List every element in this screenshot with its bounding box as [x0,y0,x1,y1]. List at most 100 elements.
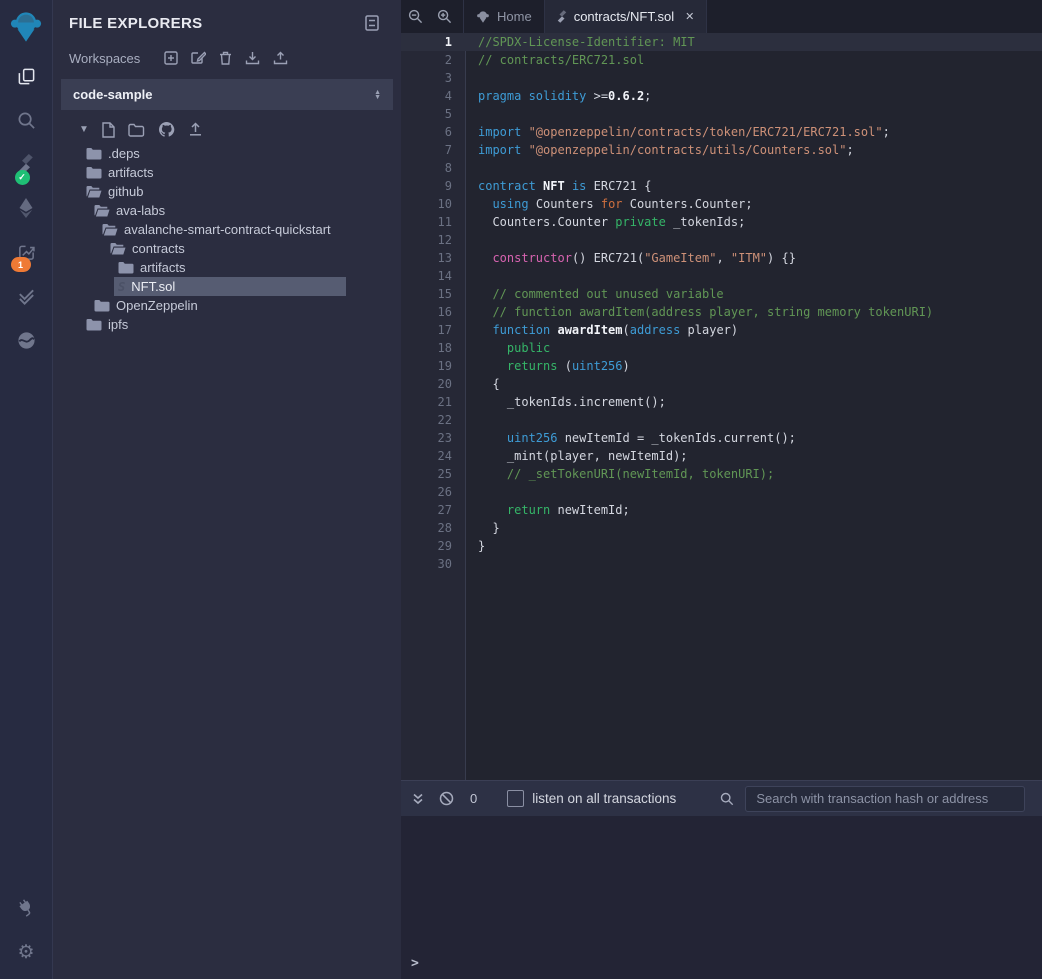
file-explorer-panel: FILE EXPLORERS Workspaces [53,0,401,979]
code-line: 22 [401,411,1042,429]
tree-item-nft.sol[interactable]: S NFT.sol [53,277,346,296]
tab-home[interactable]: Home [463,0,545,33]
file-explorer-icon[interactable] [17,54,36,98]
tab-contracts-nft-sol[interactable]: contracts/NFT.sol ✕ [545,0,708,33]
line-number: 25 [401,465,465,483]
code-line: 1//SPDX-License-Identifier: MIT [401,33,1042,51]
tree-item-github[interactable]: github [53,182,346,201]
solidity-analyzers-icon[interactable]: 1 [17,230,36,274]
panel-title: FILE EXPLORERS [69,15,202,32]
expand-terminal-icon[interactable] [411,792,425,806]
tab-bar: Home contracts/NFT.sol ✕ [401,0,1042,33]
code-line: 14 [401,267,1042,285]
listen-transactions-checkbox[interactable] [507,790,524,807]
line-number: 28 [401,519,465,537]
code-line: 9contract NFT is ERC721 { [401,177,1042,195]
github-icon[interactable] [158,121,175,138]
code-line: 28 } [401,519,1042,537]
code-line: 26 [401,483,1042,501]
line-number: 10 [401,195,465,213]
new-file-icon[interactable] [102,122,115,138]
folder-closed-icon [94,299,110,312]
line-number: 9 [401,177,465,195]
create-workspace-icon[interactable] [164,51,178,65]
line-number: 26 [401,483,465,501]
code-line-text: import "@openzeppelin/contracts/token/ER… [465,123,890,141]
search-icon[interactable] [17,98,36,142]
line-number: 29 [401,537,465,555]
terminal-prompt[interactable]: > [411,956,419,971]
code-line-text: _tokenIds.increment(); [465,393,666,411]
settings-icon[interactable]: ⚙ [0,930,52,974]
select-caret-icon: ▲▼ [374,90,381,100]
folder-closed-icon [86,318,102,331]
transaction-count: 0 [470,791,477,806]
new-folder-icon[interactable] [128,123,145,137]
tree-item-label: artifacts [140,260,186,275]
line-number: 18 [401,339,465,357]
rename-workspace-icon[interactable] [191,51,206,65]
folder-open-icon [86,185,102,198]
code-line: 10 using Counters for Counters.Counter; [401,195,1042,213]
upload-workspace-icon[interactable] [273,51,288,65]
code-line: 8 [401,159,1042,177]
deploy-and-run-icon[interactable] [17,186,36,230]
delete-workspace-icon[interactable] [219,51,232,65]
tree-item-avalanche-smart-contract-quickstart[interactable]: avalanche-smart-contract-quickstart [53,220,346,239]
code-editor[interactable]: 1//SPDX-License-Identifier: MIT2// contr… [401,33,1042,780]
collapse-tree-icon[interactable]: ▼ [79,124,89,135]
tree-item-label: artifacts [108,165,154,180]
plugin-manager-icon[interactable] [0,886,52,930]
line-number: 16 [401,303,465,321]
workspace-select[interactable]: code-sample ▲▼ [61,79,393,110]
tree-item-ava-labs[interactable]: ava-labs [53,201,346,220]
code-line-text: import "@openzeppelin/contracts/utils/Co… [465,141,854,159]
code-line: 5 [401,105,1042,123]
line-number: 27 [401,501,465,519]
tree-item-artifacts[interactable]: artifacts [53,163,346,182]
code-line: 13 constructor() ERC721("GameItem", "ITM… [401,249,1042,267]
tree-item-artifacts[interactable]: artifacts [53,258,346,277]
code-line-text: uint256 newItemId = _tokenIds.current(); [465,429,796,447]
zoom-in-icon[interactable] [430,0,459,33]
tree-item-label: OpenZeppelin [116,298,198,313]
terminal: 0 listen on all transactions > [401,780,1042,979]
code-line-text: { [465,375,500,393]
zoom-out-icon[interactable] [401,0,430,33]
line-number: 3 [401,69,465,87]
listen-transactions-label: listen on all transactions [532,791,676,806]
tree-item-contracts[interactable]: contracts [53,239,346,258]
line-number: 19 [401,357,465,375]
code-line-text [465,267,478,285]
folder-open-icon [94,204,110,217]
clear-console-icon[interactable] [439,791,454,806]
folder-closed-icon [86,166,102,179]
solidity-file-icon: S [118,280,125,294]
code-line-text [465,69,478,87]
tree-item-label: NFT.sol [131,279,175,294]
load-local-file-icon[interactable] [188,122,203,137]
code-line: 19 returns (uint256) [401,357,1042,375]
tree-item-.deps[interactable]: .deps [53,144,346,163]
tree-item-ipfs[interactable]: ipfs [53,315,346,334]
terminal-toolbar: 0 listen on all transactions [401,781,1042,816]
code-line-text: contract NFT is ERC721 { [465,177,651,195]
tab-label: contracts/NFT.sol [574,9,674,24]
code-line-text: //SPDX-License-Identifier: MIT [465,33,695,51]
download-workspace-icon[interactable] [245,51,260,65]
terminal-search-input[interactable] [745,786,1025,812]
solidity-compiler-icon[interactable]: ✓ [17,142,36,186]
solidity-unit-testing-icon[interactable] [17,274,36,318]
docs-book-icon[interactable] [365,15,379,31]
line-number: 23 [401,429,465,447]
remix-logo-icon[interactable] [0,0,52,54]
code-line: 27 return newItemId; [401,501,1042,519]
sourcify-icon[interactable] [17,318,36,362]
close-tab-icon[interactable]: ✕ [685,10,694,23]
tree-item-openzeppelin[interactable]: OpenZeppelin [53,296,346,315]
code-line: 4pragma solidity >=0.6.2; [401,87,1042,105]
code-line: 30 [401,555,1042,573]
remix-ide-app: ✓ 1 ⚙ FILE EXPLORERS Workspaces [0,0,1042,979]
code-line: 24 _mint(player, newItemId); [401,447,1042,465]
code-line: 15 // commented out unused variable [401,285,1042,303]
